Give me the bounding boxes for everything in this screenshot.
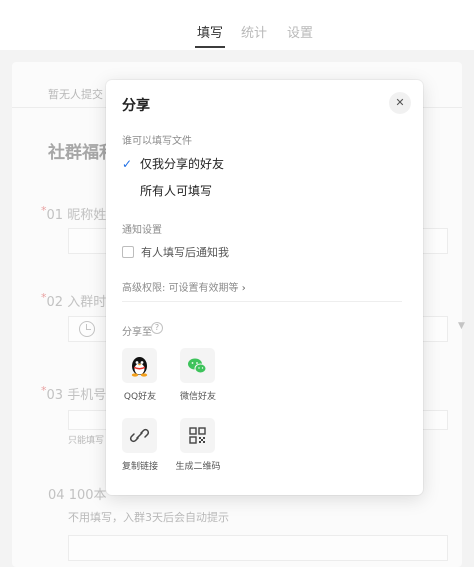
question-4-input[interactable] [68, 535, 448, 561]
question-3: *03 手机号 [41, 384, 107, 403]
share-qq-button[interactable]: QQ好友 [107, 348, 167, 414]
tab-fill[interactable]: 填写 [197, 22, 223, 41]
checkmark-icon: ✓ [122, 157, 133, 171]
question-4: 04 100本 [48, 488, 107, 503]
qq-icon [122, 348, 157, 383]
close-button[interactable]: ✕ [389, 92, 411, 114]
question-1: *01 昵称姓 [41, 204, 107, 223]
notify-checkbox-label[interactable]: 有人填写后通知我 [141, 244, 229, 260]
notify-checkbox[interactable] [122, 246, 134, 258]
submission-status: 暂无人提交 [48, 88, 103, 101]
wechat-icon [180, 348, 215, 383]
divider [122, 301, 402, 302]
chevron-right-icon: › [241, 283, 246, 294]
dialog-title: 分享 [122, 98, 150, 114]
dropdown-caret-icon[interactable]: ▼ [458, 321, 465, 331]
share-dialog: 分享 ✕ 谁可以填写文件 ✓ 仅我分享的好友 所有人可填写 通知设置 有人填写后… [106, 80, 423, 495]
notify-settings-label: 通知设置 [122, 225, 162, 236]
question-4-hint: 不用填写，入群3天后会自动提示 [68, 511, 229, 524]
qrcode-button[interactable]: 生成二维码 [165, 418, 225, 484]
active-tab-indicator [195, 46, 225, 48]
tab-stats[interactable]: 统计 [241, 22, 267, 41]
question-3-hint: 只能填写 [68, 436, 105, 446]
link-icon [122, 418, 157, 453]
copy-link-button[interactable]: 复制链接 [107, 418, 167, 484]
who-can-fill-label: 谁可以填写文件 [122, 136, 192, 147]
top-tab-bar: 填写 统计 设置 [0, 0, 474, 50]
clock-icon [79, 321, 95, 337]
advanced-permissions-link[interactable]: 高级权限: 可设置有效期等 › [122, 279, 246, 294]
close-icon: ✕ [395, 96, 405, 109]
share-wechat-button[interactable]: 微信好友 [165, 348, 225, 414]
help-icon[interactable]: ? [151, 322, 163, 334]
share-to-label: 分享至 [122, 327, 152, 338]
tab-settings[interactable]: 设置 [287, 22, 313, 41]
question-2: *02 入群时 [41, 291, 107, 310]
qrcode-icon [180, 418, 215, 453]
